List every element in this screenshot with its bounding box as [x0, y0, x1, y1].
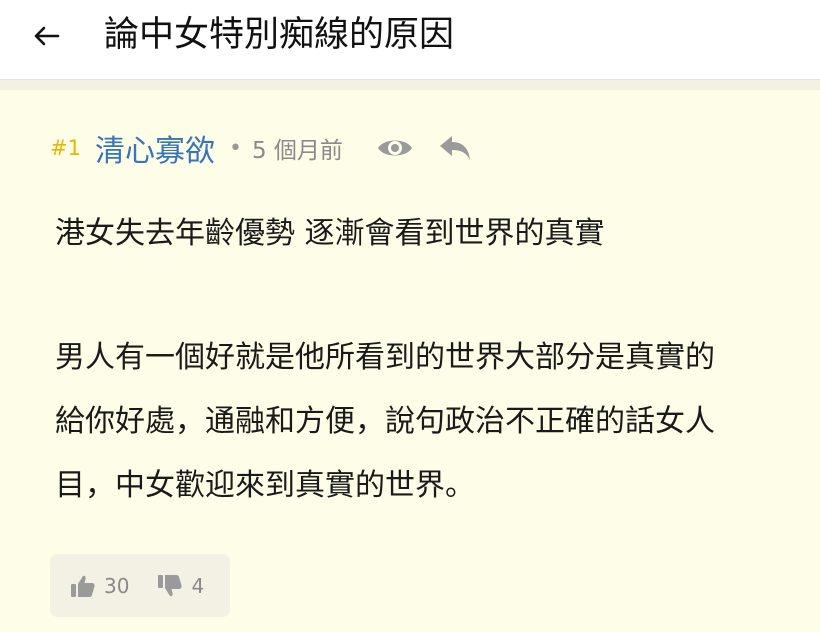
upvote-button[interactable]: 30 [70, 574, 129, 598]
content-line: 目，中女歡迎來到真實的世界。 [55, 468, 475, 503]
post-card: #1 清心寡欲 • 5 個月前 港女失去年齡優勢 逐漸會看到世界的真實 男人有一… [0, 90, 820, 632]
reply-button[interactable] [435, 133, 475, 163]
reply-icon [439, 136, 470, 160]
content-line: 男人有一個好就是他所看到的世界大部分是真實的 [55, 340, 715, 375]
post-meta: #1 清心寡欲 • 5 個月前 [50, 126, 475, 170]
content-line: 給你好處，通融和方便，說句政治不正確的話女人 [55, 404, 715, 439]
arrow-left-icon [34, 26, 60, 46]
author-name[interactable]: 清心寡欲 [95, 126, 215, 170]
thumbs-down-icon [158, 574, 183, 596]
header-divider [0, 80, 820, 90]
view-button[interactable] [375, 133, 415, 163]
post-content: 港女失去年齡優勢 逐漸會看到世界的真實 男人有一個好就是他所看到的世界大部分是真… [55, 202, 820, 518]
eye-icon [377, 140, 412, 156]
downvote-count: 4 [191, 573, 205, 598]
meta-separator: • [228, 135, 242, 161]
content-line: 港女失去年齡優勢 逐漸會看到世界的真實 [55, 216, 605, 251]
back-button[interactable] [26, 16, 66, 56]
downvote-button[interactable]: 4 [157, 574, 204, 598]
post-time: 5 個月前 [251, 138, 343, 164]
vote-panel: 30 4 [50, 554, 230, 617]
page-title: 論中女特別痴線的原因 [104, 15, 455, 55]
floor-number: #1 [50, 136, 81, 160]
top-bar: 論中女特別痴線的原因 [0, 0, 820, 80]
upvote-count: 30 [104, 573, 130, 598]
thumbs-up-icon [71, 575, 95, 597]
